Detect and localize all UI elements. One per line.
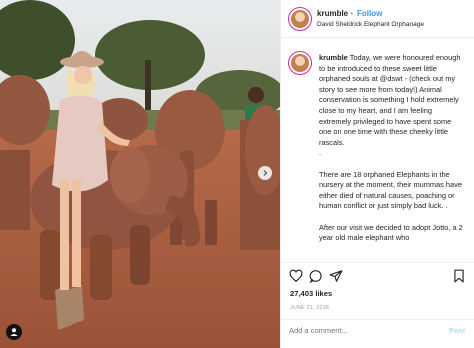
bookmark-icon[interactable] (453, 269, 465, 283)
caption-text: krumble Today, we were honoured enough t… (319, 53, 465, 244)
caption-section: krumble Today, we were honoured enough t… (281, 50, 474, 260)
comment-bar: Post (281, 319, 474, 343)
username-link[interactable]: krumble (317, 9, 348, 18)
caption-paragraph-4: After our visit we decided to adopt Jott… (319, 222, 463, 243)
caption-avatar[interactable] (289, 52, 311, 74)
location-link[interactable]: David Sheldrick Elephant Orphanage (317, 21, 424, 28)
elephant-photo-illustration (0, 0, 280, 348)
caption-paragraph-2: . (319, 148, 322, 158)
caption-body: Today, we were honoured enough to be int… (319, 53, 461, 147)
caption-paragraph-3: There are 18 orphaned Elephants in the n… (319, 169, 462, 211)
comment-input[interactable] (289, 326, 439, 335)
follow-button[interactable]: Follow (357, 9, 382, 18)
post-photo[interactable] (0, 0, 280, 348)
header-username[interactable]: krumble • (317, 9, 353, 18)
action-bar: 27,403 likes JUNE 21, 2018 Post (281, 262, 474, 342)
post-comment-button[interactable]: Post (449, 326, 465, 335)
caption-paragraph-1: krumble Today, we were honoured enough t… (319, 53, 465, 148)
heart-icon[interactable] (289, 269, 303, 283)
post-side-panel: krumble • Follow David Sheldrick Elephan… (280, 0, 474, 348)
instagram-post: krumble • Follow David Sheldrick Elephan… (0, 0, 474, 348)
separator-dot: • (350, 9, 354, 18)
comment-icon[interactable] (309, 269, 323, 283)
caption-username[interactable]: krumble (319, 53, 348, 62)
share-icon[interactable] (329, 269, 343, 283)
user-tag-icon[interactable] (6, 324, 22, 340)
post-date[interactable]: JUNE 21, 2018 (290, 305, 329, 311)
avatar[interactable] (289, 8, 311, 30)
chevron-right-icon[interactable] (258, 166, 272, 180)
post-header: krumble • Follow David Sheldrick Elephan… (281, 0, 474, 38)
likes-count[interactable]: 27,403 likes (290, 289, 332, 298)
